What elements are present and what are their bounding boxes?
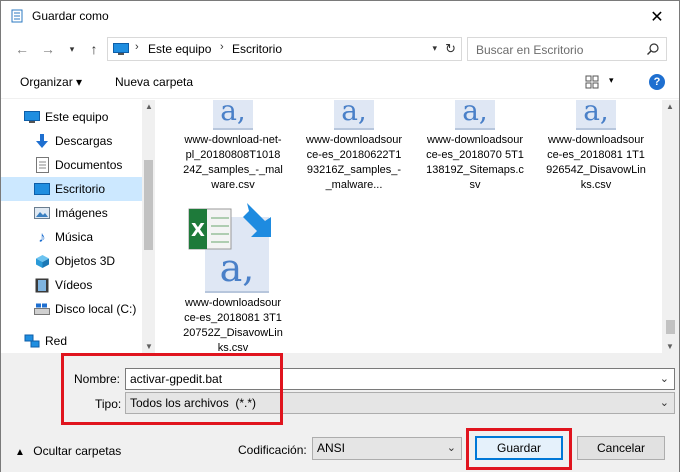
command-bar: Organizar ▾ Nueva carpeta ▾ ? [1,66,679,99]
csv-file-icon: a, [576,100,616,130]
view-options-icon[interactable] [585,75,599,89]
svg-text:X: X [191,220,205,241]
file-item[interactable]: a, www-downloadsource-es_2018070 5T11381… [425,100,525,193]
arrow-right-icon: → [41,41,55,57]
chevron-right-icon: › [135,41,139,53]
scroll-up-icon[interactable]: ▲ [666,102,674,111]
close-button[interactable]: ✕ [635,1,679,32]
save-as-dialog: Guardar como ✕ ← → ▾ ↑ › Este equipo › E… [0,0,680,472]
search-icon [647,43,659,55]
drive-icon [34,301,50,317]
scroll-down-icon[interactable]: ▼ [145,342,153,351]
chevron-down-icon: ⌄ [446,442,456,454]
sidebar-item-este-equipo[interactable]: Este equipo [1,105,142,129]
help-icon[interactable]: ? [649,74,665,90]
svg-text:a,: a, [341,100,367,127]
sidebar-item-disco-local[interactable]: Disco local (C:) [1,297,142,321]
organize-button[interactable]: Organizar ▾ [20,75,82,89]
file-list-scrollbar[interactable]: ▲ ▼ [662,100,679,353]
forward-button[interactable]: → [39,40,57,58]
file-item[interactable]: a, www-downloadsource-es_20180622T193216… [304,100,404,193]
sidebar-item-descargas[interactable]: Descargas [1,129,142,153]
file-item[interactable]: a, X www-downloadsource-es_2018081 3T120… [183,203,283,353]
encoding-select[interactable]: ANSI ⌄ [312,437,462,460]
notepad-icon [11,9,23,23]
file-name: www-downloadsource-es_2018081 3T120752Z_… [183,297,283,353]
objects3d-icon [34,253,50,269]
cancel-button[interactable]: Cancelar [577,436,665,460]
navigation-pane: Este equipo Descargas Documentos Escrito… [1,100,155,353]
chevron-up-icon: ▲ [15,447,25,458]
new-folder-button[interactable]: Nueva carpeta [115,75,193,89]
sidebar-item-documentos[interactable]: Documentos [1,153,142,177]
save-form: Nombre: activar-gpedit.bat ⌄ Tipo: Todos… [1,353,679,472]
file-list: a, www-download-net-pl_20180808T101824Z_… [156,100,661,353]
svg-text:a,: a, [583,100,609,127]
address-bar[interactable]: › Este equipo › Escritorio ▾ ↻ [107,37,462,61]
excel-csv-file-icon: a, X [188,203,271,293]
hide-folders-button[interactable]: ▲ Ocultar carpetas [15,444,121,458]
pictures-icon [34,205,50,221]
search-input[interactable]: Buscar en Escritorio [467,37,667,61]
file-name: www-download-net-pl_20180808T101824Z_sam… [183,134,283,191]
csv-file-icon: a, [334,100,374,130]
breadcrumb-este-equipo[interactable]: Este equipo [148,42,211,56]
computer-icon [113,43,129,55]
up-button[interactable]: ↑ [85,40,103,58]
scroll-up-icon[interactable]: ▲ [145,102,153,111]
sidebar-item-objetos-3d[interactable]: Objetos 3D [1,249,142,273]
title-bar: Guardar como ✕ [1,1,679,32]
documents-icon [34,157,50,173]
close-icon: ✕ [650,8,664,26]
csv-file-icon: a, [213,100,253,130]
highlight-box [61,353,283,425]
view-dropdown-icon[interactable]: ▾ [609,75,614,86]
file-name: www-downloadsource-es_20180622T193216Z_s… [306,134,402,191]
navigation-bar: ← → ▾ ↑ › Este equipo › Escritorio ▾ ↻ B… [1,32,679,66]
chevron-right-icon: › [220,41,224,53]
music-icon: ♪ [38,228,46,246]
file-list-scroll-thumb[interactable] [666,320,675,334]
address-dropdown-icon[interactable]: ▾ [432,43,437,54]
file-item[interactable]: a, www-downloadsource-es_2018081 1T19265… [546,100,646,193]
sidebar-item-videos[interactable]: Vídeos [1,273,142,297]
network-icon [24,333,40,349]
videos-icon [34,277,50,293]
arrow-up-icon: ↑ [90,41,98,57]
sidebar-item-escritorio[interactable]: Escritorio [1,177,142,201]
search-placeholder: Buscar en Escritorio [476,43,584,57]
arrow-left-icon: ← [15,41,29,57]
window-title: Guardar como [32,9,109,23]
file-item[interactable]: a, www-download-net-pl_20180808T101824Z_… [183,100,283,193]
encoding-label: Codificación: [238,443,307,457]
svg-text:a,: a, [220,100,246,127]
chevron-down-icon: ▾ [69,43,75,54]
svg-text:a,: a, [462,100,488,127]
refresh-icon[interactable]: ↻ [445,41,456,57]
highlight-box [466,428,572,470]
back-button[interactable]: ← [13,40,31,58]
file-name: www-downloadsource-es_2018070 5T113819Z_… [426,134,524,191]
sidebar-item-red[interactable]: Red [1,329,142,353]
sidebar-item-imagenes[interactable]: Imágenes [1,201,142,225]
recent-locations-button[interactable]: ▾ [63,40,81,58]
svg-text:a,: a, [220,246,255,290]
sidebar-scroll-thumb[interactable] [144,160,153,250]
sidebar-item-musica[interactable]: ♪ Música [1,225,142,249]
encoding-value: ANSI [317,441,346,455]
sidebar-scrollbar[interactable]: ▲ ▼ [142,100,155,353]
file-name: www-downloadsource-es_2018081 1T192654Z_… [546,134,646,191]
computer-icon [24,109,40,125]
download-icon [34,133,50,149]
desktop-icon [34,181,50,197]
scroll-down-icon[interactable]: ▼ [666,342,674,351]
chevron-down-icon[interactable]: ⌄ [660,372,669,385]
csv-file-icon: a, [455,100,495,130]
breadcrumb-escritorio[interactable]: Escritorio [232,42,282,56]
chevron-down-icon: ⌄ [659,397,669,409]
